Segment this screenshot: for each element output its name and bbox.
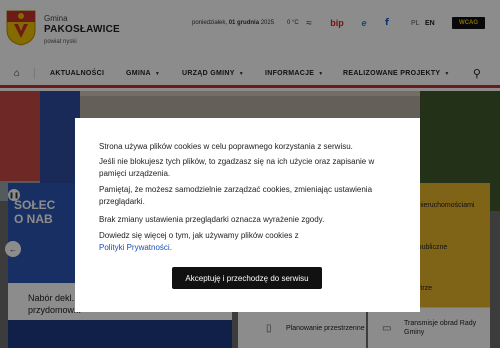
privacy-policy-link[interactable]: Polityki Prywatności [99,243,170,252]
cookie-text: Dowiedz się więcej o tym, jak używamy pl… [99,230,399,254]
cookie-text: Strona używa plików cookies w celu popra… [99,142,353,151]
cookie-policy-intro: Dowiedz się więcej o tym, jak używamy pl… [99,231,299,240]
cookie-text: Pamiętaj, że możesz samodzielnie zarządz… [99,185,373,206]
cookie-text: Jeśli nie blokujesz tych plików, to zgad… [99,157,375,178]
cookie-consent-dialog: Strona używa plików cookies w celu popra… [75,118,420,312]
accept-cookies-button[interactable]: Akceptuję i przechodzę do serwisu [172,267,322,289]
cookie-text: Brak zmiany ustawienia przeglądarki ozna… [99,215,325,224]
cookie-policy-end: . [169,243,172,252]
